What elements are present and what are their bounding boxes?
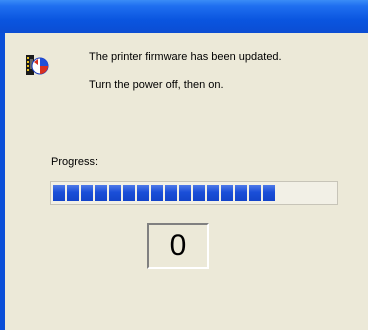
message-line-1: The printer firmware has been updated. xyxy=(89,51,282,63)
dialog-client-area: The printer firmware has been updated. T… xyxy=(5,33,368,330)
progress-segment xyxy=(151,185,163,201)
dialog-window: The printer firmware has been updated. T… xyxy=(0,0,368,330)
progress-segment xyxy=(81,185,93,201)
message-line-2: Turn the power off, then on. xyxy=(89,79,224,91)
progress-segment xyxy=(95,185,107,201)
title-bar[interactable] xyxy=(0,0,368,33)
progress-segment xyxy=(53,185,65,201)
progress-label: Progress: xyxy=(51,156,99,168)
progress-segment xyxy=(249,185,261,201)
progress-segment xyxy=(165,185,177,201)
progress-segment xyxy=(263,185,275,201)
progress-segment xyxy=(123,185,135,201)
progress-segment xyxy=(193,185,205,201)
progress-bar xyxy=(50,181,338,205)
progress-segment xyxy=(235,185,247,201)
progress-segment xyxy=(207,185,219,201)
firmware-update-icon xyxy=(26,55,49,75)
progress-segment xyxy=(109,185,121,201)
progress-segment xyxy=(221,185,233,201)
counter-display: 0 xyxy=(147,223,209,269)
progress-segment xyxy=(67,185,79,201)
progress-segment xyxy=(137,185,149,201)
progress-segment xyxy=(179,185,191,201)
